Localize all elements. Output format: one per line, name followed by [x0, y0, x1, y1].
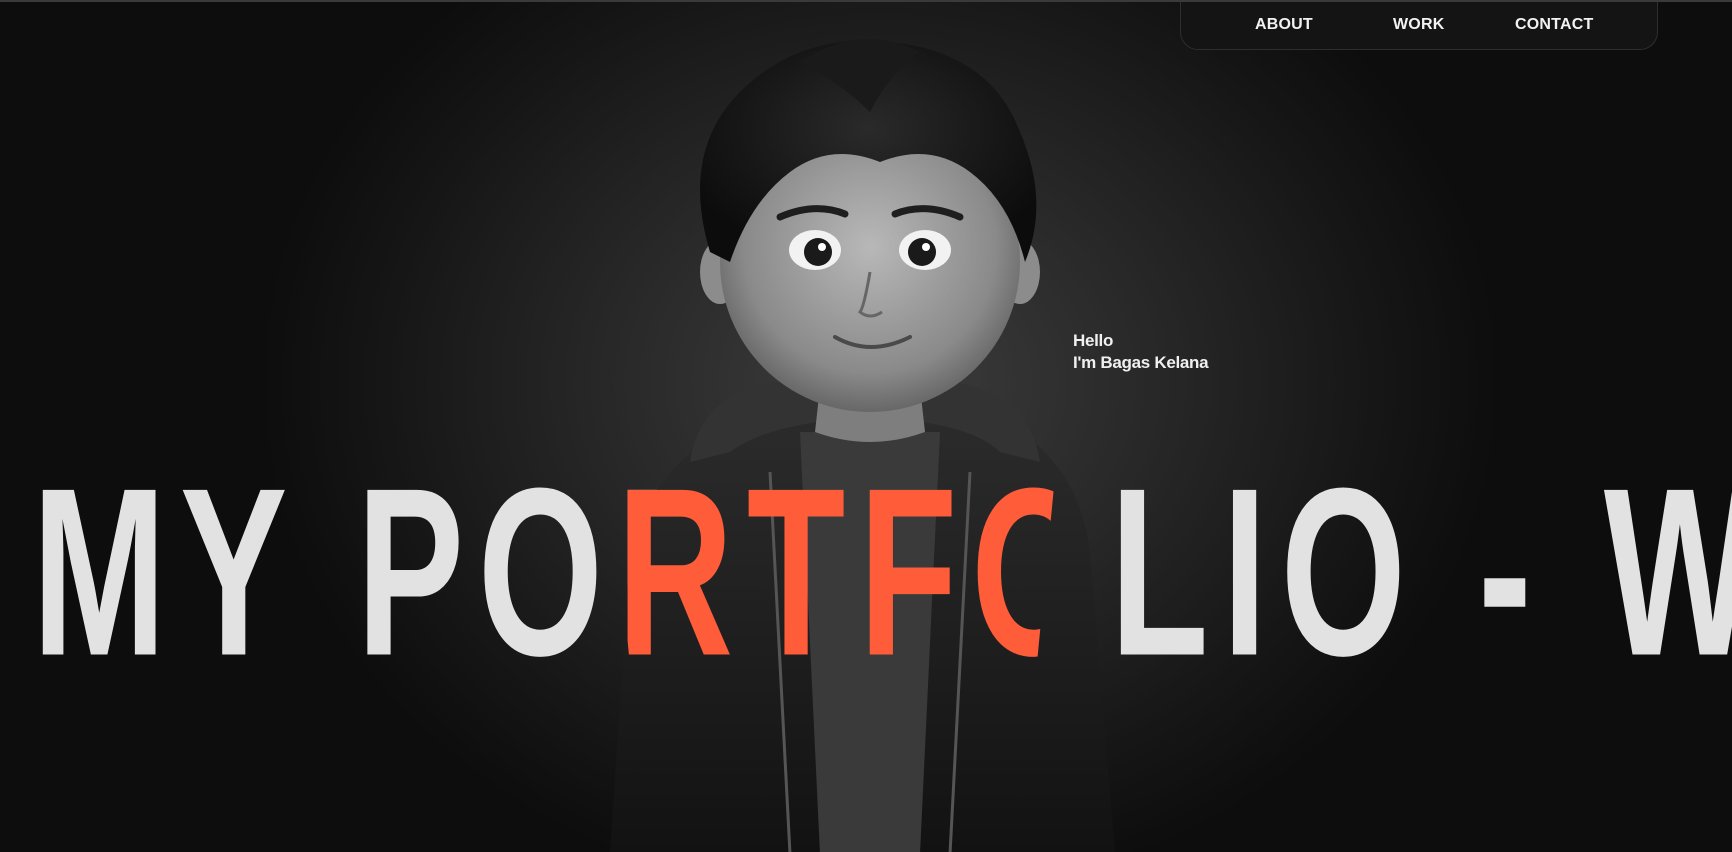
nav-about-link[interactable]: ABOUT	[1255, 16, 1313, 34]
greeting-hello: Hello	[1073, 331, 1114, 350]
portrait-image	[610, 39, 1115, 852]
top-nav: ABOUT WORK CONTACT	[1180, 2, 1658, 50]
hero-greeting: Hello I'm Bagas Kelana	[1073, 330, 1209, 374]
nav-work-link[interactable]: WORK	[1393, 16, 1444, 34]
greeting-name: I'm Bagas Kelana	[1073, 353, 1209, 372]
nav-contact-link[interactable]: CONTACT	[1515, 16, 1593, 34]
hero-section: ABOUT WORK CONTACT MY PORTFOLIO - WE	[0, 0, 1732, 852]
